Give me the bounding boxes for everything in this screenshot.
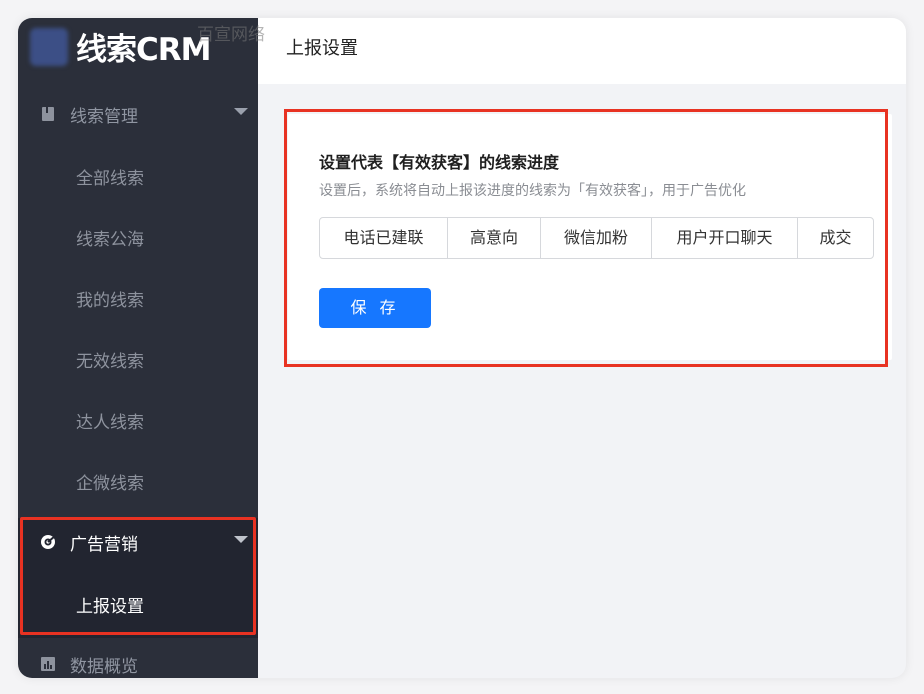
highlight-box-sidebar [20,517,256,635]
book-icon [42,107,54,121]
sidebar-item-lead-pool[interactable]: 线索公海 [18,206,258,267]
stage-option[interactable]: 微信加粉 [541,218,652,258]
sidebar-item-label: 我的线索 [76,291,144,311]
stage-selector: 电话已建联 高意向 微信加粉 用户开口聊天 成交 [319,217,874,259]
sidebar-item-wecom-leads[interactable]: 企微线索 [18,450,258,511]
sidebar-item-label: 达人线索 [76,413,144,433]
sidebar-group-leads[interactable]: 线索管理 [18,84,258,144]
bar-chart-icon [41,657,55,671]
chevron-down-icon[interactable] [234,108,248,115]
sidebar-group-label: 线索管理 [70,107,138,127]
avatar [30,28,68,66]
logo-text: 线索CRM [76,32,211,68]
stage-option[interactable]: 高意向 [448,218,541,258]
settings-description: 设置后，系统将自动上报该进度的线索为「有效获客」，用于广告优化 [319,183,746,199]
sidebar: 线索CRM 线索管理 全部线索 线索公海 我的线索 无效线索 达人线索 企微线索 [18,18,258,678]
watermark: 百宣网络 [197,25,265,45]
sidebar-item-label: 线索公海 [76,230,144,250]
sidebar-item-invalid-leads[interactable]: 无效线索 [18,328,258,389]
sidebar-item-label: 无效线索 [76,352,144,372]
settings-heading: 设置代表【有效获客】的线索进度 [319,153,560,172]
page-title: 上报设置 [286,38,358,59]
stage-option[interactable]: 成交 [798,218,873,258]
stage-option[interactable]: 电话已建联 [320,218,448,258]
app-window: 线索CRM 线索管理 全部线索 线索公海 我的线索 无效线索 达人线索 企微线索 [18,18,906,678]
sidebar-group-label: 数据概览 [70,657,138,677]
sidebar-item-all-leads[interactable]: 全部线索 [18,145,258,206]
page-header: 上报设置 [258,18,906,84]
sidebar-item-influencer-leads[interactable]: 达人线索 [18,389,258,450]
sidebar-group-data-overview[interactable]: 数据概览 [18,634,258,678]
sidebar-item-label: 全部线索 [76,169,144,189]
sidebar-item-my-leads[interactable]: 我的线索 [18,267,258,328]
sidebar-item-label: 企微线索 [76,474,144,494]
save-button[interactable]: 保 存 [319,288,431,328]
stage-option[interactable]: 用户开口聊天 [652,218,798,258]
